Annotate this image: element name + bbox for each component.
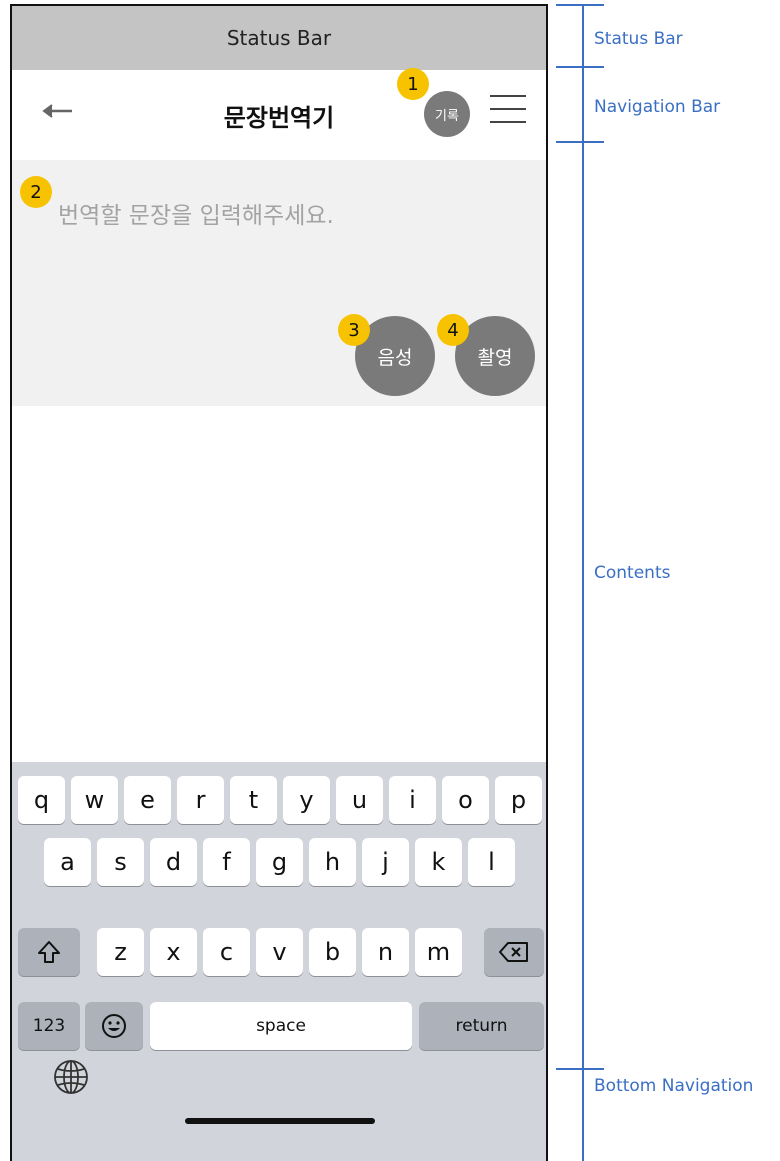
key-r[interactable]: r xyxy=(177,776,224,824)
annotation-navigation-bar: Navigation Bar xyxy=(594,97,721,117)
voice-button-label: 음성 xyxy=(377,346,413,369)
key-t[interactable]: t xyxy=(230,776,277,824)
key-a[interactable]: a xyxy=(44,838,91,886)
annotation-contents: Contents xyxy=(594,563,671,583)
menu-button[interactable] xyxy=(490,95,526,125)
home-indicator xyxy=(185,1118,375,1124)
key-u[interactable]: u xyxy=(336,776,383,824)
key-s[interactable]: s xyxy=(97,838,144,886)
emoji-icon xyxy=(102,1014,126,1038)
space-key[interactable]: space xyxy=(150,1002,412,1050)
globe-key[interactable] xyxy=(52,1058,90,1096)
key-y[interactable]: y xyxy=(283,776,330,824)
return-key[interactable]: return xyxy=(419,1002,544,1050)
shift-key[interactable] xyxy=(18,928,80,976)
key-i[interactable]: i xyxy=(389,776,436,824)
key-z[interactable]: z xyxy=(97,928,144,976)
history-button[interactable]: 기록 xyxy=(424,91,470,137)
navigation-bar: 문장번역기 기록 xyxy=(12,70,546,160)
status-bar: Status Bar xyxy=(12,6,546,70)
key-x[interactable]: x xyxy=(150,928,197,976)
key-d[interactable]: d xyxy=(150,838,197,886)
key-j[interactable]: j xyxy=(362,838,409,886)
key-f[interactable]: f xyxy=(203,838,250,886)
key-n[interactable]: n xyxy=(362,928,409,976)
key-o[interactable]: o xyxy=(442,776,489,824)
status-bar-label: Status Bar xyxy=(226,26,332,50)
camera-button-label: 촬영 xyxy=(477,346,513,369)
emoji-key[interactable] xyxy=(85,1002,143,1050)
numbers-key[interactable]: 123 xyxy=(18,1002,80,1050)
annotation-badge-3: 3 xyxy=(338,314,370,346)
annotation-tick-bottom xyxy=(556,1068,604,1070)
key-h[interactable]: h xyxy=(309,838,356,886)
annotation-badge-1: 1 xyxy=(397,68,429,100)
key-m[interactable]: m xyxy=(415,928,462,976)
annotation-badge-4: 4 xyxy=(437,314,469,346)
history-button-label: 기록 xyxy=(435,108,459,124)
shift-icon xyxy=(38,941,60,963)
annotation-vertical-line xyxy=(582,4,584,1161)
sentence-input[interactable] xyxy=(58,196,498,236)
key-v[interactable]: v xyxy=(256,928,303,976)
key-g[interactable]: g xyxy=(256,838,303,886)
key-k[interactable]: k xyxy=(415,838,462,886)
input-area: 음성 촬영 xyxy=(12,160,546,406)
hamburger-menu-icon xyxy=(490,95,526,123)
annotation-bottom-navigation: Bottom Navigation xyxy=(594,1076,754,1096)
key-q[interactable]: q xyxy=(18,776,65,824)
key-b[interactable]: b xyxy=(309,928,356,976)
key-l[interactable]: l xyxy=(468,838,515,886)
backspace-icon xyxy=(499,942,528,962)
key-e[interactable]: e xyxy=(124,776,171,824)
annotation-tick-status xyxy=(556,66,604,68)
key-p[interactable]: p xyxy=(495,776,542,824)
key-w[interactable]: w xyxy=(71,776,118,824)
delete-key[interactable] xyxy=(484,928,544,976)
keyboard: q w e r t y u i o p a s d f g h j k l z … xyxy=(12,762,546,1161)
annotation-tick-top xyxy=(556,4,604,6)
globe-icon xyxy=(54,1060,88,1094)
key-c[interactable]: c xyxy=(203,928,250,976)
annotation-tick-nav xyxy=(556,141,604,143)
annotation-badge-2: 2 xyxy=(20,176,52,208)
phone-frame: Status Bar 문장번역기 기록 음성 촬영 1 2 3 4 q w xyxy=(10,4,548,1161)
annotation-status-bar: Status Bar xyxy=(594,29,683,49)
